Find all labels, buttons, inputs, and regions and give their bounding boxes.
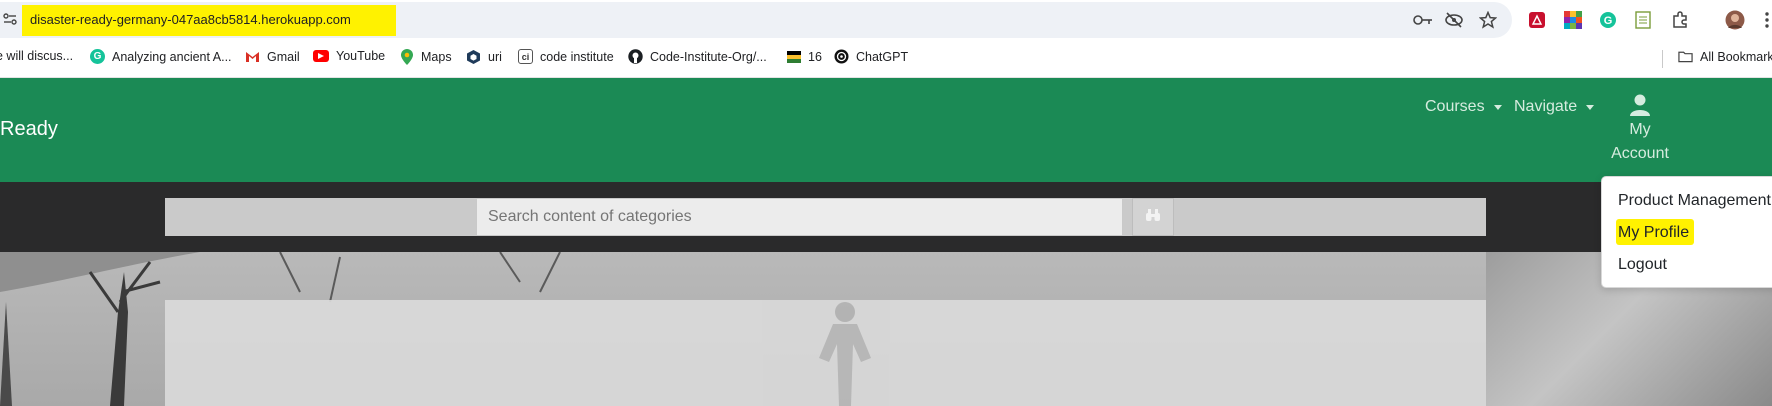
- bookmark-item[interactable]: e will discus...: [0, 49, 73, 63]
- bookmark-item[interactable]: uri: [466, 49, 502, 64]
- bookmark-item[interactable]: Code-Institute-Org/...: [628, 49, 767, 64]
- binoculars-icon: [1145, 208, 1161, 227]
- bookmark-item[interactable]: ci code institute: [518, 49, 614, 64]
- flag-icon: [786, 49, 801, 64]
- caret-down-icon: [1586, 104, 1595, 110]
- cube-icon: [466, 49, 481, 64]
- search-input[interactable]: [476, 198, 1123, 236]
- hero-image: [0, 252, 1772, 406]
- grammarly-extension-icon[interactable]: G: [1597, 9, 1619, 31]
- pdf-extension-icon[interactable]: [1526, 9, 1548, 31]
- extensions-puzzle-icon[interactable]: [1669, 9, 1691, 31]
- star-bookmark-icon[interactable]: [1477, 9, 1499, 31]
- nav-courses-label: Courses: [1425, 98, 1485, 115]
- menu-item-product-management[interactable]: Product Management: [1618, 192, 1771, 210]
- bookmark-item[interactable]: 16: [786, 49, 822, 64]
- gmail-icon: [245, 49, 260, 64]
- code-institute-icon: ci: [518, 49, 533, 64]
- site-info-icon[interactable]: [2, 11, 18, 27]
- url-text[interactable]: disaster-ready-germany-047aa8cb5814.hero…: [30, 12, 351, 27]
- nav-courses-dropdown[interactable]: Courses: [1425, 98, 1502, 116]
- hero-content-card: [165, 300, 1486, 406]
- account-dropdown-menu: Product Management My Profile Logout: [1601, 176, 1772, 288]
- search-button[interactable]: [1132, 198, 1174, 236]
- password-key-icon[interactable]: [1412, 9, 1434, 31]
- svg-text:G: G: [1604, 15, 1613, 27]
- my-account-label-line2: Account: [1611, 145, 1669, 162]
- my-account-label-line1: My: [1629, 121, 1651, 138]
- nav-navigate-dropdown[interactable]: Navigate: [1514, 98, 1595, 116]
- maps-icon: [399, 48, 414, 65]
- all-bookmarks-button[interactable]: All Bookmark: [1678, 49, 1772, 64]
- profile-avatar-icon[interactable]: [1724, 9, 1746, 31]
- github-icon: [628, 49, 643, 64]
- menu-item-my-profile[interactable]: My Profile: [1618, 224, 1689, 242]
- bookmarks-bar: e will discus... G Analyzing ancient A..…: [0, 40, 1772, 78]
- youtube-icon: [313, 50, 329, 62]
- bookmark-item[interactable]: YouTube: [313, 49, 385, 63]
- runner-silhouette: [819, 302, 871, 406]
- bookmark-item[interactable]: Gmail: [245, 49, 300, 64]
- bookmark-item[interactable]: G Analyzing ancient A...: [90, 49, 232, 64]
- eye-off-icon[interactable]: [1443, 9, 1465, 31]
- user-icon: [1602, 92, 1678, 118]
- bookmark-item[interactable]: ChatGPT: [834, 49, 908, 64]
- color-grid-extension-icon[interactable]: [1562, 9, 1584, 31]
- bookmarks-divider: [1662, 50, 1663, 68]
- more-menu-icon[interactable]: [1756, 9, 1772, 31]
- brand-logo-text[interactable]: Ready: [0, 118, 58, 141]
- site-header: Ready: [0, 78, 1772, 182]
- grammarly-icon: G: [90, 49, 105, 64]
- my-account-dropdown[interactable]: My Account: [1602, 92, 1678, 166]
- chatgpt-icon: [834, 49, 849, 64]
- caret-down-icon: [1493, 104, 1502, 110]
- menu-item-logout[interactable]: Logout: [1618, 256, 1667, 274]
- bookmark-item[interactable]: Maps: [399, 48, 452, 65]
- browser-toolbar: disaster-ready-germany-047aa8cb5814.hero…: [0, 0, 1772, 40]
- folder-icon: [1678, 49, 1693, 64]
- nav-navigate-label: Navigate: [1514, 98, 1578, 115]
- sheet-extension-icon[interactable]: [1632, 9, 1654, 31]
